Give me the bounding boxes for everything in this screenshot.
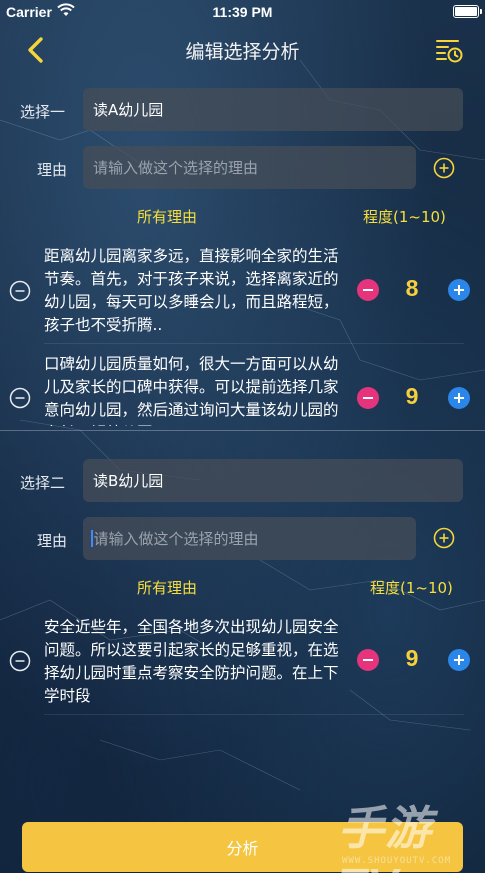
all-reasons-title: 所有理由	[137, 579, 198, 597]
increase-degree-button[interactable]	[448, 649, 470, 671]
remove-reason-icon[interactable]	[9, 650, 31, 672]
analyze-button[interactable]: 分析	[22, 822, 463, 872]
reason-input[interactable]: 请输入做这个选择的理由	[83, 146, 416, 189]
choice-input[interactable]: 读A幼儿园	[83, 88, 463, 131]
status-time: 11:39 PM	[212, 4, 273, 20]
decrease-degree-button[interactable]	[357, 279, 379, 301]
reason-text: 距离幼儿园离家多远，直接影响全家的生活节奏。首先，对于孩子来说，选择离家近的幼儿…	[44, 247, 339, 334]
increase-degree-button[interactable]	[448, 387, 470, 409]
degree-value: 8	[405, 275, 419, 301]
choice-label: 选择二	[20, 474, 66, 492]
remove-reason-icon[interactable]	[9, 280, 31, 302]
degree-value: 9	[405, 383, 419, 409]
reason-label: 理由	[37, 532, 68, 550]
reason-label: 理由	[37, 161, 68, 179]
reason-text: 安全近些年，全国各地多次出现幼儿园安全问题。所以这要引起家长的足够重视，在选择幼…	[44, 618, 339, 705]
reason-placeholder: 请输入做这个选择的理由	[93, 530, 259, 548]
reason-row: 安全近些年，全国各地多次出现幼儿园安全问题。所以这要引起家长的足够重视，在选择幼…	[0, 616, 485, 708]
choice-input[interactable]: 读B幼儿园	[83, 459, 463, 502]
remove-reason-icon[interactable]	[9, 387, 31, 409]
reason-text: 口碑幼儿园质量如何，很大一方面可以从幼儿及家长的口碑中获得。可以提前选择几家意向…	[44, 355, 339, 426]
increase-degree-button[interactable]	[448, 279, 470, 301]
status-bar: Carrier 11:39 PM	[0, 0, 485, 24]
page-title: 编辑选择分析	[185, 41, 300, 63]
degree-title: 程度(1~10)	[363, 208, 446, 226]
history-list-icon[interactable]	[434, 36, 464, 64]
choice-label: 选择一	[20, 103, 66, 121]
add-reason-icon[interactable]	[433, 527, 455, 549]
reason-input[interactable]: 请输入做这个选择的理由	[83, 517, 416, 560]
add-reason-icon[interactable]	[433, 157, 455, 179]
decrease-degree-button[interactable]	[357, 387, 379, 409]
reason-row: 口碑幼儿园质量如何，很大一方面可以从幼儿及家长的口碑中获得。可以提前选择几家意向…	[0, 353, 485, 426]
nav-bar: 编辑选择分析	[0, 28, 485, 72]
degree-value: 9	[405, 645, 419, 671]
reason-row: 距离幼儿园离家多远，直接影响全家的生活节奏。首先，对于孩子来说，选择离家近的幼儿…	[0, 245, 485, 337]
battery-icon	[453, 5, 482, 18]
section-divider	[0, 430, 485, 431]
decrease-degree-button[interactable]	[357, 649, 379, 671]
degree-title: 程度(1~10)	[370, 579, 453, 597]
all-reasons-title: 所有理由	[137, 208, 198, 226]
row-divider	[44, 714, 464, 715]
text-caret	[91, 530, 93, 547]
row-divider	[44, 343, 464, 344]
